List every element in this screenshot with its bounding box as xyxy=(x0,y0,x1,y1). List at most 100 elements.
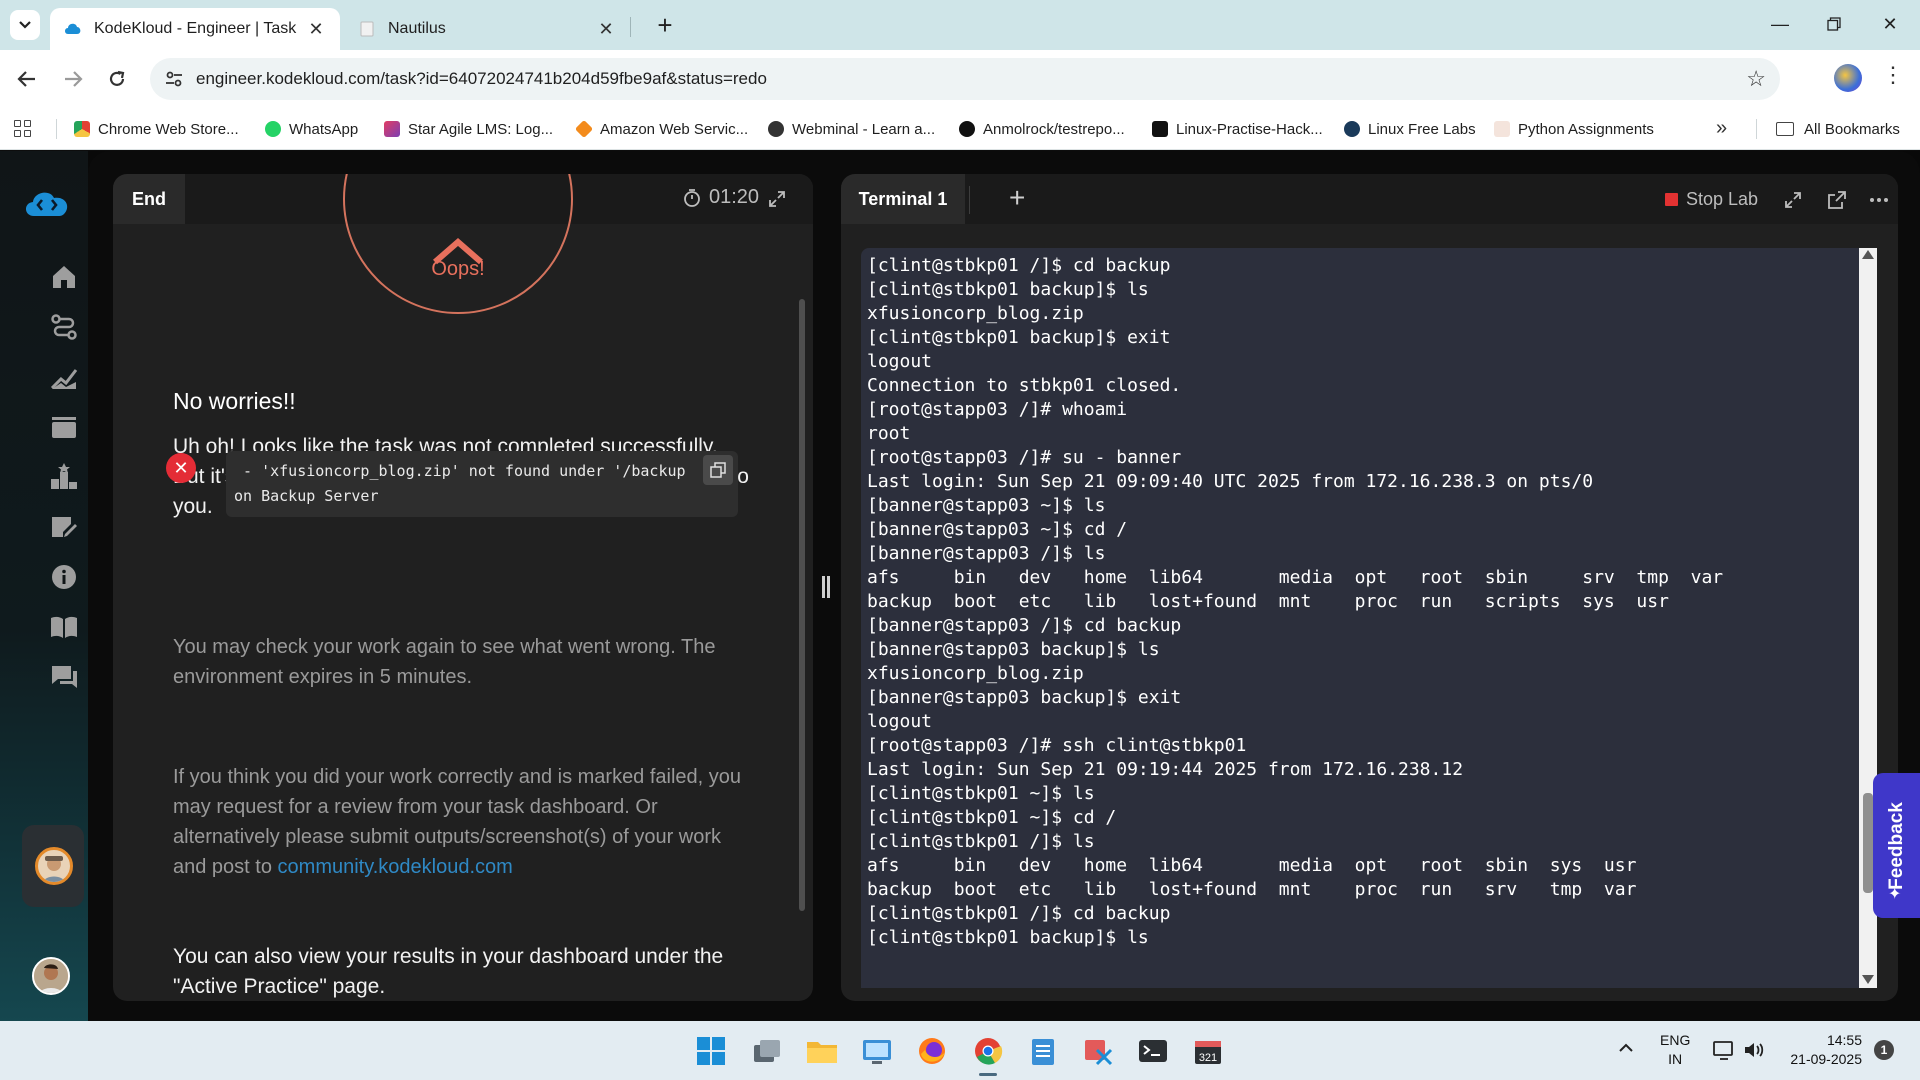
volume-icon[interactable] xyxy=(1742,1038,1766,1062)
scroll-up-icon[interactable] xyxy=(1862,250,1874,259)
open-external-icon[interactable] xyxy=(1827,190,1847,210)
user-avatar[interactable] xyxy=(32,957,70,995)
close-tab-icon[interactable]: ✕ xyxy=(306,19,326,40)
tab-search-button[interactable] xyxy=(10,10,40,40)
leaderboard-icon[interactable] xyxy=(44,457,84,497)
chat-icon[interactable] xyxy=(44,657,84,697)
add-terminal-button[interactable]: + xyxy=(1009,182,1025,214)
notes-icon[interactable] xyxy=(44,507,84,547)
minimize-button[interactable]: — xyxy=(1752,8,1808,40)
terminal-app-icon[interactable] xyxy=(1136,1034,1170,1068)
hackerrank-icon xyxy=(1152,121,1168,137)
calendar-app-icon[interactable]: 321 xyxy=(1191,1034,1225,1068)
close-window-button[interactable]: ✕ xyxy=(1862,8,1918,40)
forward-button[interactable] xyxy=(58,64,88,94)
bookmark-item[interactable]: Linux Free Labs xyxy=(1344,108,1476,150)
task-result-panel: End 01:20 Oops! No worries!! Uh oh! Look… xyxy=(113,174,813,1001)
github-icon xyxy=(959,121,975,137)
book-icon[interactable] xyxy=(44,607,84,647)
tab-terminal-1[interactable]: Terminal 1 xyxy=(841,174,965,224)
bookmark-label: WhatsApp xyxy=(289,120,359,138)
kodekloud-favicon-icon xyxy=(64,20,82,38)
terminal-line: logout xyxy=(867,711,933,732)
terminal-line: [root@stapp03 /]# ssh clint@stbkp01 xyxy=(867,735,1247,756)
more-options-icon[interactable] xyxy=(1869,190,1889,210)
bookmarks-separator xyxy=(56,119,57,139)
terminal-line: [root@stapp03 /]# su - banner xyxy=(867,447,1182,468)
bookmark-item[interactable]: Webminal - Learn a... xyxy=(768,108,935,150)
bookmark-item[interactable]: Star Agile LMS: Log... xyxy=(384,108,553,150)
windows-start-icon[interactable] xyxy=(694,1034,728,1068)
all-bookmarks-button[interactable]: All Bookmarks xyxy=(1776,108,1900,150)
progress-icon[interactable] xyxy=(44,357,84,397)
reload-button[interactable] xyxy=(102,64,132,94)
notepad-icon[interactable] xyxy=(1026,1034,1060,1068)
tab-kodekloud[interactable]: KodeKloud - Engineer | Task ✕ xyxy=(50,8,340,50)
terminal-scroll-thumb[interactable] xyxy=(1863,793,1873,893)
tab-separator xyxy=(969,186,970,214)
task-view-icon[interactable] xyxy=(750,1034,784,1068)
bookmark-item[interactable]: Amazon Web Servic... xyxy=(574,108,748,150)
sparkle-icon: ✦ xyxy=(1888,886,1902,903)
bookmark-item[interactable]: Chrome Web Store... xyxy=(74,108,239,150)
feedback-button[interactable]: Feedback ✦ xyxy=(1873,773,1920,918)
home-icon[interactable] xyxy=(44,257,84,297)
extension-icon[interactable] xyxy=(1834,64,1862,92)
browser-tab-strip: KodeKloud - Engineer | Task ✕ Nautilus ✕… xyxy=(0,0,1920,50)
notification-badge[interactable]: 1 xyxy=(1874,1040,1894,1060)
clock-time: 14:55 xyxy=(1826,1032,1862,1048)
kodekloud-app: End 01:20 Oops! No worries!! Uh oh! Look… xyxy=(0,151,1920,1021)
more-bookmarks-icon[interactable]: » xyxy=(1716,117,1727,140)
info-icon[interactable] xyxy=(44,557,84,597)
tab-nautilus[interactable]: Nautilus ✕ xyxy=(344,8,630,50)
control-panel-icon[interactable] xyxy=(860,1034,894,1068)
file-explorer-icon[interactable] xyxy=(805,1034,839,1068)
restore-icon xyxy=(1827,17,1841,31)
chevron-up-icon[interactable] xyxy=(1618,1037,1634,1058)
expand-icon[interactable] xyxy=(768,190,786,208)
kodekloud-logo-icon[interactable] xyxy=(22,187,72,219)
copy-icon[interactable] xyxy=(703,455,733,485)
bookmark-item[interactable]: WhatsApp xyxy=(265,108,358,150)
community-link[interactable]: community.kodekloud.com xyxy=(278,856,513,878)
back-button[interactable] xyxy=(12,64,42,94)
panel-resize-handle[interactable] xyxy=(822,576,830,598)
terminal-line: [banner@stapp03 ~]$ cd / xyxy=(867,519,1128,540)
address-bar[interactable]: engineer.kodekloud.com/task?id=640720247… xyxy=(150,58,1780,100)
arrow-right-icon xyxy=(65,71,83,87)
terminal-output[interactable]: [clint@stbkp01 /]$ cd backup [clint@stbkp… xyxy=(861,248,1873,988)
mentor-avatar-box[interactable] xyxy=(22,825,84,907)
restore-button[interactable] xyxy=(1806,8,1862,40)
stop-lab-button[interactable]: Stop Lab xyxy=(1665,174,1758,224)
network-icon[interactable] xyxy=(1712,1038,1736,1062)
mentor-avatar xyxy=(35,847,73,885)
clock[interactable]: 14:55 21-09-2025 xyxy=(1782,1031,1862,1069)
region-code: IN xyxy=(1668,1051,1683,1067)
bookmark-item[interactable]: Anmolrock/testrepo... xyxy=(959,108,1125,150)
terminal-line: [banner@stapp03 /]$ ls xyxy=(867,543,1106,564)
terminal-line: afs bin dev home lib64 media opt root sb… xyxy=(867,567,1724,588)
bookmark-item[interactable]: Linux-Practise-Hack... xyxy=(1152,108,1323,150)
browser-menu-icon[interactable]: ⋮ xyxy=(1882,62,1904,88)
tab-end[interactable]: End xyxy=(113,174,185,224)
new-tab-button[interactable]: + xyxy=(650,10,680,40)
close-tab-icon[interactable]: ✕ xyxy=(596,19,616,40)
roadmap-icon[interactable] xyxy=(44,307,84,347)
scroll-down-icon[interactable] xyxy=(1862,975,1874,984)
oops-label: Oops! xyxy=(431,258,485,280)
w3schools-icon xyxy=(1494,121,1510,137)
firefox-icon[interactable] xyxy=(915,1034,949,1068)
site-info-icon[interactable] xyxy=(164,69,184,89)
playground-icon[interactable] xyxy=(44,407,84,447)
terminal-line: [clint@stbkp01 /]$ ls xyxy=(867,831,1095,852)
task-panel-scrollbar[interactable] xyxy=(799,299,805,911)
bookmark-label: Linux-Practise-Hack... xyxy=(1176,120,1323,138)
language-indicator[interactable]: ENG IN xyxy=(1660,1031,1690,1069)
tab-separator xyxy=(630,17,631,37)
bookmark-item[interactable]: Python Assignments xyxy=(1494,108,1654,150)
bookmark-star-icon[interactable]: ☆ xyxy=(1746,66,1766,92)
expand-icon[interactable] xyxy=(1783,190,1803,210)
apps-grid-icon[interactable] xyxy=(14,120,32,138)
snipping-tool-icon[interactable] xyxy=(1081,1034,1115,1068)
chrome-icon[interactable] xyxy=(971,1034,1005,1068)
